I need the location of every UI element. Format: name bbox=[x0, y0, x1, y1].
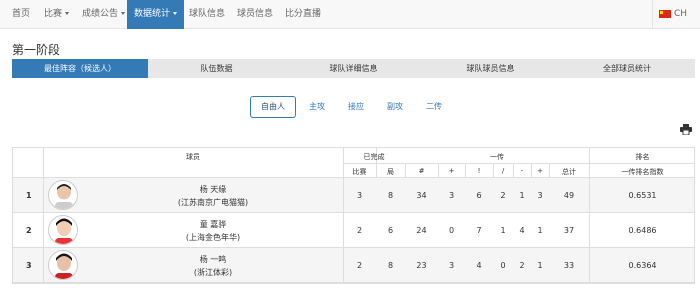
negative-value: 2 bbox=[519, 261, 525, 270]
plus-value: 1 bbox=[537, 226, 543, 235]
player-name[interactable]: 杨 一鸣 bbox=[143, 254, 283, 265]
page-title: 第一阶段 bbox=[12, 43, 61, 57]
player-name[interactable]: 杨 天缘 bbox=[143, 184, 283, 195]
nav-player-info[interactable]: 球员信息 bbox=[237, 0, 273, 29]
matches-value: 2 bbox=[356, 261, 363, 270]
nav-team-info[interactable]: 球队信息 bbox=[189, 0, 225, 29]
tab-team-details[interactable]: 球队详细信息 bbox=[285, 59, 422, 78]
header-perfect: # bbox=[418, 167, 425, 175]
tab-team-data[interactable]: 队伍数据 bbox=[148, 59, 285, 78]
positive-value: 3 bbox=[448, 191, 455, 200]
matches-value: 2 bbox=[356, 226, 363, 235]
subtab-setter[interactable]: 二传 bbox=[419, 96, 449, 118]
matches-value: 3 bbox=[356, 191, 363, 200]
exclamation-value: 6 bbox=[476, 191, 482, 200]
header-index: 一传排名指数 bbox=[621, 168, 664, 176]
positive-value: 0 bbox=[448, 226, 455, 235]
header-slash: / bbox=[501, 167, 505, 175]
nav-home[interactable]: 首页 bbox=[12, 0, 30, 29]
plus-value: 1 bbox=[537, 261, 543, 270]
language-selector[interactable]: CH bbox=[652, 0, 700, 29]
plus-value: 3 bbox=[537, 191, 543, 200]
chevron-down-icon bbox=[65, 12, 70, 15]
total-value: 33 bbox=[563, 261, 575, 270]
table-row: 3 杨 一鸣 (浙江体彩) 2 8 23 3 4 0 2 1 33 0.6364 bbox=[13, 248, 694, 283]
header-sets: 局 bbox=[387, 168, 394, 176]
positive-value: 3 bbox=[448, 261, 455, 270]
nav-results[interactable]: 成绩公告 bbox=[82, 0, 126, 29]
avatar[interactable] bbox=[48, 180, 78, 210]
negative-value: 4 bbox=[519, 226, 525, 235]
nav-statistics-label: 数据统计 bbox=[134, 9, 171, 19]
top-navbar: 首页 比赛 成绩公告 数据统计 球队信息 球员信息 比分直播 CH bbox=[0, 0, 700, 29]
chevron-down-icon bbox=[121, 12, 126, 15]
nav-matches[interactable]: 比赛 bbox=[44, 0, 70, 29]
index-value: 0.6486 bbox=[628, 226, 657, 235]
nav-statistics[interactable]: 数据统计 bbox=[127, 0, 185, 29]
sets-value: 6 bbox=[387, 226, 394, 235]
total-value: 37 bbox=[563, 226, 575, 235]
header-completed: 已完成 bbox=[363, 153, 385, 161]
header-matches: 比赛 bbox=[352, 168, 367, 176]
player-name[interactable]: 童 嘉骅 bbox=[143, 219, 283, 230]
china-flag-icon bbox=[659, 9, 671, 18]
header-plus: + bbox=[537, 167, 543, 175]
subtab-middle-blocker[interactable]: 副攻 bbox=[380, 96, 410, 118]
header-total: 总计 bbox=[562, 168, 576, 176]
subtab-outside-hitter[interactable]: 主攻 bbox=[302, 96, 332, 118]
print-icon[interactable] bbox=[680, 124, 692, 135]
chevron-down-icon bbox=[173, 12, 178, 15]
table-row: 2 童 嘉骅 (上海金色年华) 2 6 24 0 7 1 4 1 37 0.64… bbox=[13, 213, 694, 248]
perfect-value: 23 bbox=[416, 261, 427, 270]
nav-results-label: 成绩公告 bbox=[82, 9, 119, 19]
subtab-opposite[interactable]: 接应 bbox=[341, 96, 371, 118]
sets-value: 8 bbox=[387, 191, 394, 200]
nav-matches-label: 比赛 bbox=[44, 9, 63, 19]
exclamation-value: 7 bbox=[476, 226, 482, 235]
index-value: 0.6531 bbox=[628, 191, 657, 200]
header-positive: + bbox=[448, 167, 455, 175]
player-team: (浙江体彩) bbox=[193, 268, 233, 277]
subtab-libero[interactable]: 自由人 bbox=[250, 96, 296, 118]
player-team: (江苏南京广电猫猫) bbox=[177, 198, 249, 207]
table-header: 球员 已完成 一传 排名 比赛 局 # + ! / - + 总计 一传排名指数 bbox=[13, 148, 695, 178]
rank-number: 3 bbox=[26, 261, 32, 270]
sets-value: 8 bbox=[387, 261, 394, 270]
avatar[interactable] bbox=[48, 250, 78, 280]
tab-all-players[interactable]: 全部球员统计 bbox=[559, 59, 695, 78]
slash-value: 2 bbox=[500, 191, 506, 200]
nav-live-score[interactable]: 比分直播 bbox=[285, 0, 321, 29]
header-first-pass: 一传 bbox=[490, 153, 504, 161]
tab-team-players[interactable]: 球队球员信息 bbox=[422, 59, 559, 78]
tab-best-lineup[interactable]: 最佳阵容（候选人） bbox=[12, 59, 148, 78]
language-label: CH bbox=[674, 9, 688, 19]
exclamation-value: 4 bbox=[476, 261, 482, 270]
header-exclamation: ! bbox=[477, 167, 481, 175]
slash-value: 1 bbox=[500, 226, 506, 235]
perfect-value: 24 bbox=[416, 226, 427, 235]
index-value: 0.6364 bbox=[628, 261, 657, 270]
perfect-value: 34 bbox=[416, 191, 427, 200]
total-value: 49 bbox=[563, 191, 575, 200]
slash-value: 0 bbox=[500, 261, 506, 270]
main-tabs: 最佳阵容（候选人） 队伍数据 球队详细信息 球队球员信息 全部球员统计 bbox=[12, 59, 695, 78]
header-ranking: 排名 bbox=[635, 153, 650, 161]
avatar[interactable] bbox=[48, 215, 78, 245]
rank-number: 2 bbox=[26, 226, 32, 235]
header-negative: - bbox=[520, 167, 524, 175]
negative-value: 1 bbox=[519, 191, 525, 200]
table-row: 1 杨 天缘 (江苏南京广电猫猫) 3 8 34 3 6 2 1 3 49 0.… bbox=[13, 178, 694, 213]
player-team: (上海金色年华) bbox=[185, 233, 241, 242]
header-player: 球员 bbox=[186, 153, 200, 161]
stats-table: 球员 已完成 一传 排名 比赛 局 # + ! / - + 总计 一传排名指数 … bbox=[12, 147, 695, 284]
rank-number: 1 bbox=[26, 191, 32, 200]
